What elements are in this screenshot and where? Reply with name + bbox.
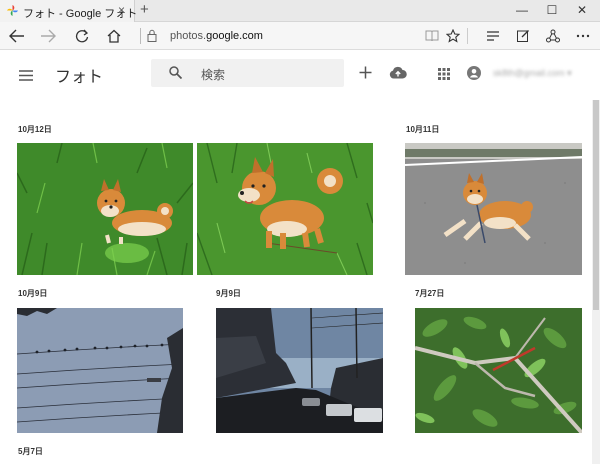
account-email[interactable]: sk8th@gmail.com ▾ — [493, 68, 572, 79]
refresh-icon[interactable] — [71, 25, 93, 47]
web-note-icon[interactable] — [512, 25, 534, 47]
photo-birds-on-wires[interactable] — [17, 308, 183, 433]
maximize-button[interactable]: ☐ — [537, 3, 567, 17]
date-heading[interactable]: 10月12日 — [18, 124, 52, 135]
photo-shiba-grass-sitting[interactable] — [17, 143, 193, 275]
window-close-button[interactable]: ✕ — [567, 3, 597, 17]
search-input[interactable]: 検索 — [151, 59, 344, 87]
back-arrow-icon[interactable] — [6, 25, 28, 47]
google-photos-favicon — [6, 4, 19, 17]
photo-dusk-street[interactable] — [216, 308, 383, 433]
toolbar-divider — [140, 28, 141, 44]
reading-view-icon[interactable] — [421, 25, 443, 47]
photo-shiba-grass-standing[interactable] — [197, 143, 373, 275]
sky-photo-image — [17, 308, 183, 433]
date-heading[interactable]: 10月9日 — [18, 288, 47, 299]
close-tab-icon[interactable]: × — [118, 3, 125, 17]
app-header: フォト 検索 sk8th@gmail.com ▾ — [0, 50, 600, 100]
tab-bar: フォト - Google フォト × + — ☐ ✕ — [0, 0, 600, 22]
street-photo-image — [216, 308, 383, 433]
home-icon[interactable] — [103, 25, 125, 47]
search-icon — [169, 66, 183, 84]
account-avatar-icon[interactable] — [467, 66, 481, 85]
hub-icon[interactable] — [482, 25, 504, 47]
upload-cloud-icon[interactable] — [389, 66, 407, 84]
photo-shiba-asphalt[interactable] — [405, 143, 582, 275]
minimize-button[interactable]: — — [507, 3, 537, 17]
photo-plant-branch[interactable] — [415, 308, 582, 433]
app-title: フォト — [55, 69, 104, 86]
plant-photo-image — [415, 308, 582, 433]
shiba-photo-image — [17, 143, 193, 275]
date-heading[interactable]: 9月9日 — [216, 288, 241, 299]
toolbar-divider — [467, 28, 468, 44]
date-heading[interactable]: 10月11日 — [406, 124, 439, 135]
search-placeholder: 検索 — [201, 68, 226, 82]
favorite-star-icon[interactable] — [442, 25, 464, 47]
shiba-photo-image — [405, 143, 582, 275]
date-heading[interactable]: 7月27日 — [415, 288, 444, 299]
share-icon[interactable] — [542, 25, 564, 47]
forward-arrow-icon[interactable] — [37, 25, 59, 47]
address-bar[interactable]: photos.google.com — [170, 30, 263, 42]
date-heading[interactable]: 5月7日 — [18, 446, 43, 457]
scrollbar-thumb[interactable] — [593, 100, 599, 310]
tab-google-photos[interactable]: フォト - Google フォト × — [0, 0, 137, 22]
new-tab-button[interactable]: + — [140, 1, 149, 18]
lock-icon — [147, 29, 157, 47]
shiba-photo-image — [197, 143, 373, 275]
main-menu-icon[interactable] — [19, 68, 33, 86]
create-plus-icon[interactable] — [359, 66, 372, 84]
more-options-icon[interactable] — [572, 25, 594, 47]
url-prefix: photos. — [170, 30, 207, 42]
apps-grid-icon[interactable] — [438, 67, 450, 85]
browser-toolbar: photos.google.com — [0, 22, 600, 50]
url-domain: google.com — [206, 30, 263, 42]
